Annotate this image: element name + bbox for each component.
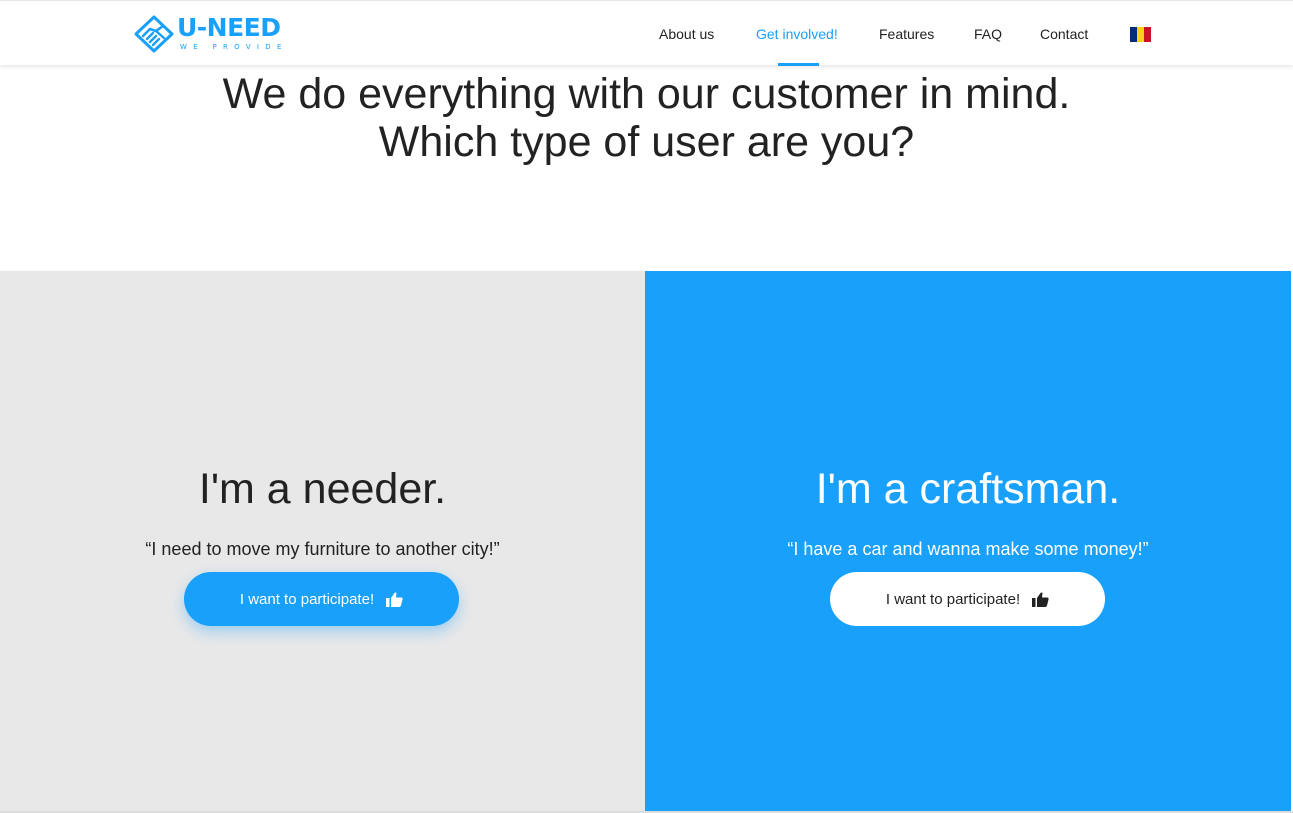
needer-quote: “I need to move my furniture to another … [145, 539, 500, 559]
thumbs-up-icon [386, 592, 403, 607]
craftsman-panel: I'm a craftsman. “I have a car and wanna… [645, 271, 1291, 811]
needer-participate-button[interactable]: I want to participate! [184, 572, 459, 626]
craftsman-title: I'm a craftsman. [815, 465, 1121, 513]
craftsman-button-label: I want to participate! [885, 590, 1021, 608]
nav-faq[interactable]: FAQ [974, 25, 1002, 43]
nav-about-us[interactable]: About us [659, 25, 714, 43]
nav-features[interactable]: Features [879, 25, 934, 43]
site-header: U-NEED WE PROVIDE About us Get involved!… [0, 0, 1293, 66]
nav-get-involved[interactable]: Get involved! [756, 25, 838, 43]
intro-heading: We do everything with our customer in mi… [0, 70, 1293, 166]
needer-button-label: I want to participate! [239, 590, 375, 608]
active-nav-indicator [778, 63, 819, 66]
romania-flag-icon[interactable] [1130, 27, 1151, 42]
page: U-NEED WE PROVIDE About us Get involved!… [0, 0, 1293, 813]
main-nav: About us Get involved! Features FAQ Cont… [0, 1, 1293, 66]
intro-line-2: Which type of user are you? [378, 118, 915, 166]
thumbs-up-icon [1032, 592, 1049, 607]
intro-line-1: We do everything with our customer in mi… [222, 70, 1071, 118]
needer-panel: I'm a needer. “I need to move my furnitu… [0, 271, 645, 811]
nav-contact[interactable]: Contact [1040, 25, 1088, 43]
needer-title: I'm a needer. [198, 465, 447, 513]
craftsman-participate-button[interactable]: I want to participate! [830, 572, 1105, 626]
craftsman-quote: “I have a car and wanna make some money!… [787, 539, 1149, 559]
